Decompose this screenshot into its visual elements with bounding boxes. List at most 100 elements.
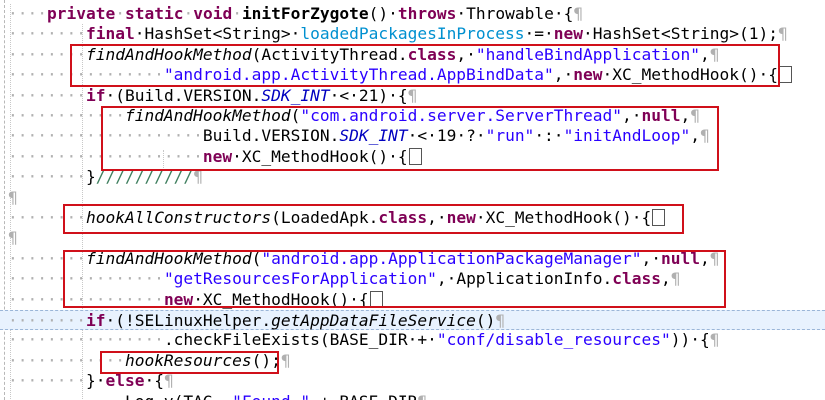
code-line[interactable]: ········if·(Build.VERSION.SDK_INT·<·21)·… <box>0 86 825 106</box>
code-line[interactable]: ····················Build.VERSION.SDK_IN… <box>0 126 825 146</box>
folded-code-marker-icon[interactable] <box>369 290 383 308</box>
code-line[interactable]: ················.checkFileExists(BASE_DI… <box>0 330 825 350</box>
code-token: if <box>85 311 106 330</box>
code-token: initForZygote <box>241 4 369 23</box>
code-line[interactable]: ················"getResourcesForApplicat… <box>0 269 825 289</box>
code-line-content: ············Log.v(TAG,·"Found·"·+·BASE_D… <box>8 392 427 400</box>
code-token: ,· <box>641 248 662 268</box>
code-token: ()· <box>368 4 398 23</box>
code-token: "Found·" <box>232 392 310 400</box>
code-token: ·(Build.VERSION. <box>105 85 262 105</box>
code-token: ·{ <box>144 371 164 391</box>
code-token: new <box>202 146 233 166</box>
code-line-content: ········final·HashSet<String>·loadedPack… <box>8 24 788 44</box>
code-token: Build.VERSION. <box>202 126 340 146</box>
code-token: "conf/disable_resources" <box>436 330 671 350</box>
code-token: ·XC_MethodHook()·{ <box>193 289 369 309</box>
code-line[interactable]: ············findAndHookMethod("com.andro… <box>0 106 825 126</box>
code-token: ,· <box>553 65 574 85</box>
code-token: , <box>690 126 701 146</box>
code-token: ·:· <box>534 126 564 146</box>
indent-whitespace: ········ <box>8 208 86 227</box>
code-token: static <box>124 4 184 23</box>
code-token: ,· <box>456 44 476 64</box>
code-token: (); <box>251 350 281 370</box>
code-token: Log.v(TAG,· <box>125 392 232 400</box>
code-line-content: ¶ <box>8 188 18 208</box>
code-line[interactable]: ········findAndHookMethod("android.app.A… <box>0 249 825 269</box>
code-line-content: ········findAndHookMethod(ActivityThread… <box>8 45 719 65</box>
code-token: "com.android.server.ServerThread" <box>300 106 622 125</box>
code-line[interactable]: ····private·static·void·initForZygote()·… <box>0 4 825 24</box>
code-token: ·<·21)·{ <box>329 85 408 105</box>
code-line[interactable]: ¶ <box>0 228 825 248</box>
pilcrow-mark: ¶ <box>709 248 720 268</box>
indent-whitespace: ···················· <box>8 146 203 166</box>
code-line[interactable]: ········hookAllConstructors(LoadedApk.cl… <box>0 208 825 228</box>
code-token: ////////// <box>95 167 194 187</box>
code-line[interactable]: ········}·else·{¶ <box>0 371 825 391</box>
pilcrow-mark: ¶ <box>670 269 681 289</box>
folded-code-marker-icon[interactable] <box>778 66 792 84</box>
code-token: ·XC_MethodHook()·{ <box>602 65 778 85</box>
code-line-content: ········}//////////¶ <box>8 167 203 187</box>
indent-whitespace: ···················· <box>8 126 203 146</box>
code-token: "android.app.ApplicationPackageManager" <box>261 248 642 268</box>
code-token: findAndHookMethod <box>85 248 252 268</box>
code-token: SDK_INT <box>261 85 330 105</box>
code-token: ·<·19·?· <box>407 126 486 146</box>
code-line[interactable]: ········if·(!SELinuxHelper.getAppDataFil… <box>0 310 825 331</box>
code-line[interactable]: ············hookResources();¶ <box>0 351 825 371</box>
code-token: , <box>661 269 671 289</box>
code-line-content: ········if·(Build.VERSION.SDK_INT·<·21)·… <box>8 86 417 106</box>
code-token: ·=· <box>524 24 554 44</box>
code-token: ·HashSet<String>(1); <box>583 24 778 44</box>
indent-whitespace: ············ <box>8 350 125 370</box>
indent-whitespace: ········ <box>8 167 86 187</box>
indent-whitespace: ················ <box>8 330 164 350</box>
code-token: ))·{ <box>670 330 710 350</box>
indent-whitespace: ············ <box>8 106 125 125</box>
code-token: findAndHookMethod <box>85 44 252 64</box>
code-line[interactable]: ········}//////////¶ <box>0 167 825 187</box>
code-line[interactable]: ············Log.v(TAG,·"Found·"·+·BASE_D… <box>0 392 825 400</box>
indent-whitespace: ················ <box>8 289 164 309</box>
folded-code-marker-icon[interactable] <box>652 209 666 226</box>
code-token: throws <box>397 4 457 23</box>
code-line[interactable]: ¶ <box>0 188 825 208</box>
code-token: hookResources <box>124 350 252 370</box>
indent-whitespace: ········ <box>8 85 86 105</box>
code-line-content: ········}·else·{¶ <box>8 371 174 391</box>
code-line[interactable]: ················new·XC_MethodHook()·{ <box>0 290 825 310</box>
code-token: · <box>232 4 242 23</box>
code-token: }· <box>85 371 106 391</box>
code-editor[interactable]: ····private·static·void·initForZygote()·… <box>0 0 825 400</box>
code-token: ·Throwable·{ <box>456 4 574 23</box>
code-line-content: ················.checkFileExists(BASE_DI… <box>8 330 719 350</box>
code-token: .checkFileExists(BASE_DIR·+· <box>163 330 437 350</box>
code-token: ,·ApplicationInfo. <box>436 269 613 289</box>
folded-code-marker-icon[interactable] <box>408 147 422 165</box>
code-line-content: ················"android.app.ActivityThr… <box>8 65 792 85</box>
code-token: new <box>163 289 194 309</box>
code-token: "initAndLoop" <box>563 126 691 146</box>
code-line-content: ················new·XC_MethodHook()·{ <box>8 290 383 310</box>
code-line[interactable]: ················"android.app.ActivityThr… <box>0 65 825 85</box>
code-token: private <box>46 4 116 23</box>
code-token: ,· <box>622 106 642 125</box>
indent-whitespace: ········ <box>8 44 86 64</box>
code-line[interactable]: ········final·HashSet<String>·loadedPack… <box>0 24 825 44</box>
code-line[interactable]: ········findAndHookMethod(ActivityThread… <box>0 45 825 65</box>
code-token: , <box>699 248 710 268</box>
code-line-content: ········hookAllConstructors(LoadedApk.cl… <box>8 208 666 228</box>
indent-whitespace: ········ <box>8 248 86 268</box>
code-line-content: ············findAndHookMethod("com.andro… <box>8 106 700 126</box>
pilcrow-mark: ¶ <box>690 106 700 125</box>
code-token: loadedPackagesInProcess <box>300 24 525 44</box>
pilcrow-mark: ¶ <box>280 350 291 370</box>
pilcrow-mark: ¶ <box>709 44 720 64</box>
pilcrow-mark: ¶ <box>8 187 18 207</box>
code-token: null <box>641 106 681 125</box>
code-token: · <box>183 4 194 23</box>
code-line[interactable]: ····················new·XC_MethodHook()·… <box>0 147 825 167</box>
